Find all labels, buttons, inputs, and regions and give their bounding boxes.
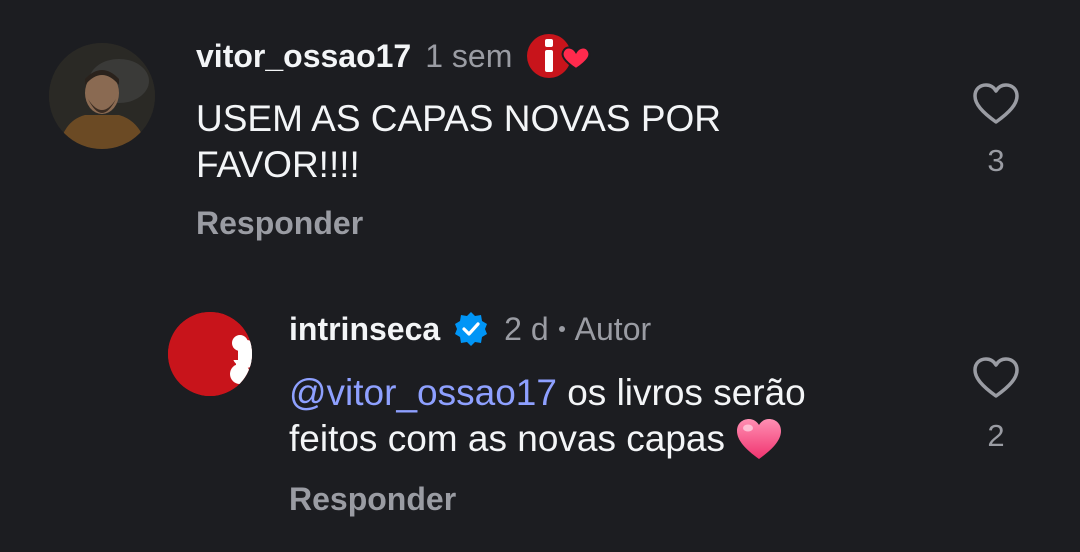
- reply-header: intrinseca 2 d Autor: [289, 306, 651, 352]
- reply-button[interactable]: Responder: [196, 205, 363, 242]
- brand-avatar[interactable]: [168, 312, 252, 396]
- reply-text: @vitor_ossao17 os livros serão feitos co…: [289, 370, 806, 462]
- reply-text-line: @vitor_ossao17 os livros serão: [289, 370, 806, 416]
- reply-username[interactable]: intrinseca: [289, 311, 440, 348]
- comment-text-line: USEM AS CAPAS NOVAS POR: [196, 98, 721, 139]
- heart-outline-icon[interactable]: [972, 82, 1020, 126]
- heart-outline-icon[interactable]: [972, 356, 1020, 400]
- comment-username[interactable]: vitor_ossao17: [196, 38, 411, 75]
- comment-text-line: FAVOR!!!!: [196, 144, 360, 185]
- reply-text-line2: feitos com as novas capas: [289, 418, 725, 459]
- author-label: Autor: [574, 310, 652, 347]
- verified-badge-icon: [452, 310, 490, 348]
- comment-time: 1 sem: [425, 37, 513, 74]
- mention-link[interactable]: @vitor_ossao17: [289, 372, 557, 413]
- fan-badge-icon[interactable]: [526, 33, 592, 79]
- reply-button[interactable]: Responder: [289, 481, 456, 518]
- comments-thread: vitor_ossao17 1 sem USEM AS CAPAS NOVAS …: [0, 0, 1080, 552]
- like-count: 2: [987, 418, 1005, 453]
- pink-heart-emoji: [737, 419, 781, 459]
- comment-text: USEM AS CAPAS NOVAS POR FAVOR!!!!: [196, 96, 721, 188]
- user-avatar[interactable]: [49, 43, 155, 149]
- comment-header: vitor_ossao17 1 sem: [196, 33, 592, 79]
- separator-dot: [558, 326, 565, 332]
- reply-text-rest: os livros serão: [556, 372, 806, 413]
- reply-time: 2 d: [504, 310, 549, 347]
- like-count: 3: [987, 143, 1005, 178]
- reply-text-line: feitos com as novas capas: [289, 416, 806, 462]
